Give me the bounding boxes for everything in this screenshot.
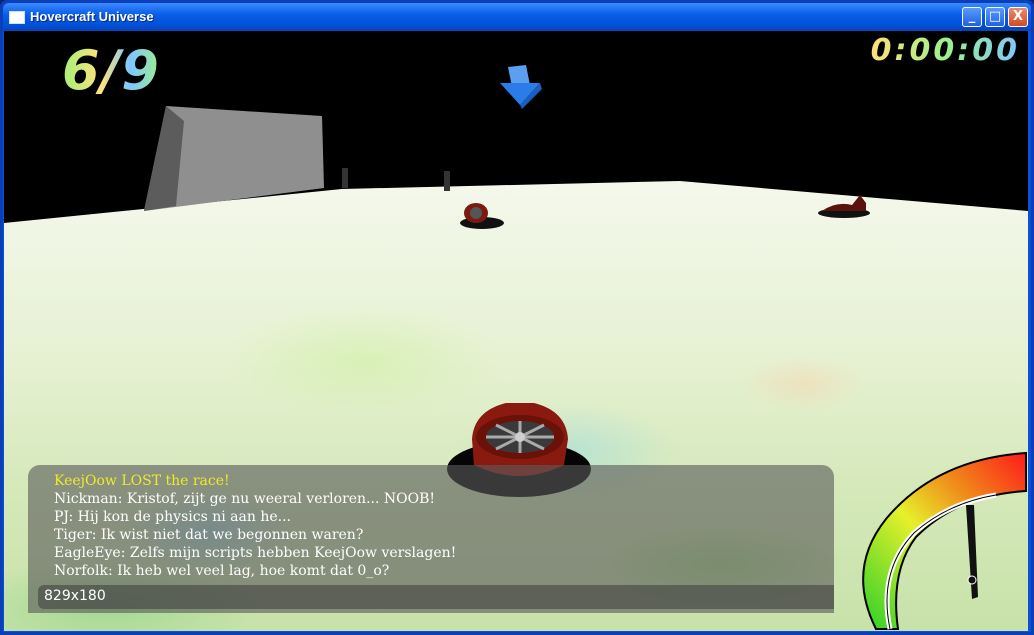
chat-message: EagleEye: Zelfs mijn scripts hebben Keej… xyxy=(54,545,457,561)
race-timer: 0:00:00 xyxy=(870,33,1020,68)
minimize-button[interactable]: _ xyxy=(962,7,982,27)
ramp-obstacle xyxy=(144,106,324,211)
opponent-hovercraft xyxy=(818,195,870,218)
chat-message: Tiger: Ik wist niet dat we begonnen ware… xyxy=(54,527,364,543)
marker-post xyxy=(342,168,348,188)
lap-counter: 6/9 xyxy=(62,39,160,102)
game-viewport[interactable]: 6/9 0:00:00 KeejOow LOST the race! Nickm… xyxy=(4,31,1028,631)
chat-message: PJ: Hij kon de physics ni aan he... xyxy=(54,509,291,525)
checkpoint-arrow-icon xyxy=(500,65,542,109)
maximize-button[interactable]: □ xyxy=(985,7,1005,27)
title-bar[interactable]: Hovercraft Universe _ □ X xyxy=(3,3,1031,31)
marker-post xyxy=(444,171,450,191)
close-button[interactable]: X xyxy=(1008,7,1028,27)
speedometer-icon xyxy=(862,451,1027,630)
window-title: Hovercraft Universe xyxy=(30,9,154,24)
chat-status-text: 829x180 xyxy=(44,588,106,604)
chat-panel: KeejOow LOST the race! Nickman: Kristof,… xyxy=(28,465,834,613)
chat-status-bar: 829x180 xyxy=(38,585,834,609)
chat-system-message: KeejOow LOST the race! xyxy=(54,473,230,489)
window-icon xyxy=(9,11,25,24)
opponent-hovercraft xyxy=(460,203,504,229)
chat-message: Norfolk: Ik heb wel veel lag, hoe komt d… xyxy=(54,563,390,579)
chat-message: Nickman: Kristof, zijt ge nu weeral verl… xyxy=(54,491,435,507)
